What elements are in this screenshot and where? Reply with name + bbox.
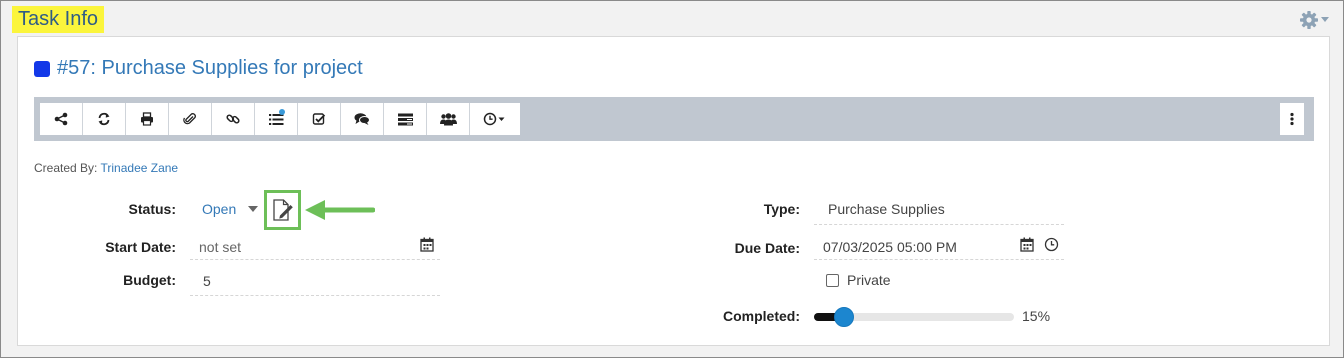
- type-label: Type:: [763, 201, 800, 217]
- paperclip-icon: [183, 113, 196, 125]
- start-date-value[interactable]: not set: [199, 239, 241, 255]
- budget-value[interactable]: 5: [203, 273, 211, 289]
- members-button[interactable]: [427, 103, 470, 135]
- link-button[interactable]: [212, 103, 255, 135]
- print-icon: [141, 112, 153, 126]
- due-date-value[interactable]: 07/03/2025 05:00 PM: [823, 239, 957, 255]
- completed-label: Completed:: [723, 308, 800, 324]
- toolbar-button-group: [40, 103, 520, 135]
- comments-button[interactable]: [341, 103, 384, 135]
- status-dropdown-caret[interactable]: [248, 206, 258, 212]
- task-title: #57: Purchase Supplies for project: [57, 57, 363, 79]
- share-icon: [54, 112, 68, 126]
- settings-menu[interactable]: [1299, 10, 1329, 30]
- created-by: Created By: Trinadee Zane: [34, 161, 178, 175]
- time-menu-button[interactable]: [470, 103, 520, 135]
- refresh-button[interactable]: [83, 103, 126, 135]
- due-date-underline: [814, 259, 1064, 260]
- attachment-button[interactable]: [169, 103, 212, 135]
- task-info-window: Task Info #57: Purchase Supplies for pro…: [0, 0, 1344, 358]
- budget-label: Budget:: [123, 272, 176, 288]
- completed-percent: 15%: [1022, 308, 1051, 324]
- task-color-square: [34, 60, 50, 77]
- created-by-user-link[interactable]: Trinadee Zane: [101, 161, 179, 175]
- checkbox-icon: [312, 113, 326, 125]
- todo-button[interactable]: [298, 103, 341, 135]
- share-button[interactable]: [40, 103, 83, 135]
- details-button[interactable]: [384, 103, 427, 135]
- edit-status-button[interactable]: [264, 190, 301, 230]
- more-options-button[interactable]: [1280, 103, 1304, 135]
- calendar-icon[interactable]: [1020, 237, 1034, 252]
- calendar-icon[interactable]: [420, 237, 434, 252]
- caret-down-icon: [1321, 17, 1329, 22]
- private-checkbox[interactable]: [826, 274, 839, 287]
- details-icon: [397, 113, 413, 125]
- vertical-ellipsis-icon: [1290, 112, 1294, 126]
- start-date-underline: [190, 259, 440, 260]
- status-label: Status:: [128, 201, 176, 217]
- checklist-button[interactable]: [255, 103, 298, 135]
- task-heading: #57: Purchase Supplies for project: [34, 57, 363, 80]
- edit-document-icon: [272, 199, 293, 221]
- completed-slider-thumb[interactable]: [834, 307, 854, 327]
- green-pointer-arrow-icon: [305, 200, 375, 220]
- refresh-icon: [98, 112, 110, 126]
- task-panel: #57: Purchase Supplies for project Creat…: [17, 36, 1330, 346]
- completed-slider[interactable]: [814, 307, 1014, 327]
- type-value[interactable]: Purchase Supplies: [828, 201, 945, 217]
- status-value[interactable]: Open: [202, 201, 236, 217]
- users-icon: [439, 112, 457, 125]
- clock-icon[interactable]: [1044, 237, 1059, 252]
- clock-dropdown-icon: [483, 112, 505, 126]
- notification-dot: [279, 109, 285, 115]
- page-title: Task Info: [12, 6, 105, 33]
- start-date-label: Start Date:: [105, 239, 176, 255]
- gear-icon: [1300, 11, 1318, 29]
- created-by-label: Created By:: [34, 161, 98, 175]
- private-label: Private: [847, 272, 891, 288]
- budget-underline: [190, 295, 440, 296]
- task-toolbar: [34, 97, 1314, 141]
- type-underline: [814, 224, 1064, 225]
- link-icon: [226, 114, 240, 124]
- print-button[interactable]: [126, 103, 169, 135]
- due-date-label: Due Date:: [734, 240, 800, 256]
- comments-icon: [354, 113, 370, 125]
